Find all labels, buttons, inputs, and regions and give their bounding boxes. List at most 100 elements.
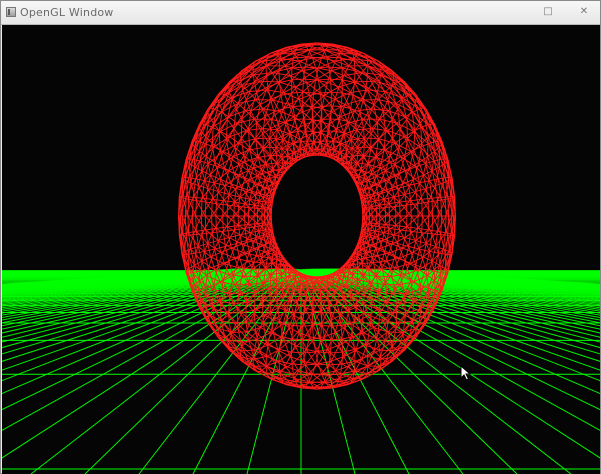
torus-edge bbox=[186, 272, 189, 274]
torus-edge bbox=[327, 82, 340, 88]
torus-edge bbox=[302, 105, 304, 119]
torus-edge bbox=[404, 157, 410, 169]
torus-edge bbox=[406, 203, 418, 217]
torus-edge bbox=[326, 145, 329, 153]
torus-edge bbox=[302, 338, 314, 341]
torus-edge bbox=[291, 67, 293, 80]
torus-edge bbox=[289, 345, 296, 357]
torus-edge bbox=[350, 95, 354, 109]
torus-edge bbox=[291, 78, 304, 81]
torus-edge bbox=[291, 152, 294, 160]
torus-edge bbox=[255, 122, 257, 141]
mouse-cursor-icon bbox=[460, 365, 472, 381]
torus-edge bbox=[227, 226, 230, 238]
torus-edge bbox=[248, 224, 251, 233]
torus-edge bbox=[244, 204, 255, 217]
torus-edge bbox=[236, 308, 239, 329]
torus-edge bbox=[393, 225, 396, 235]
torus-edge bbox=[198, 141, 206, 145]
torus-edge bbox=[417, 201, 429, 205]
torus-edge bbox=[282, 166, 288, 169]
torus-edge bbox=[205, 136, 207, 157]
torus-edge bbox=[216, 203, 228, 217]
torus-edge bbox=[257, 223, 266, 231]
torus-edge bbox=[377, 91, 386, 100]
torus-edge bbox=[447, 215, 450, 236]
torus-edge bbox=[341, 352, 343, 365]
torus-edge bbox=[187, 199, 190, 217]
torus-edge bbox=[410, 215, 423, 233]
title-bar[interactable]: OpenGL Window □ ✕ bbox=[1, 1, 600, 25]
torus-edge bbox=[385, 260, 396, 269]
torus-edge bbox=[249, 139, 257, 148]
torus-edge bbox=[419, 107, 424, 110]
torus-edge bbox=[264, 208, 270, 217]
torus-edge bbox=[214, 150, 221, 163]
torus-edge bbox=[379, 204, 390, 217]
wireframe-torus bbox=[178, 42, 456, 390]
torus-edge bbox=[267, 235, 272, 238]
torus-edge bbox=[321, 108, 332, 113]
torus-edge bbox=[215, 203, 217, 217]
torus-edge bbox=[379, 349, 394, 352]
torus-edge bbox=[257, 251, 266, 257]
torus-edge bbox=[261, 206, 263, 217]
torus-edge bbox=[263, 234, 267, 245]
torus-edge bbox=[431, 215, 434, 234]
torus-edge bbox=[354, 349, 368, 357]
torus-edge bbox=[354, 110, 364, 120]
torus-edge bbox=[440, 234, 448, 236]
opengl-viewport[interactable] bbox=[2, 25, 600, 474]
torus-edge bbox=[227, 204, 239, 217]
torus-edge bbox=[196, 229, 206, 232]
torus-edge bbox=[262, 133, 264, 150]
torus-edge bbox=[326, 290, 334, 292]
torus-edge bbox=[257, 149, 264, 157]
close-button[interactable]: ✕ bbox=[576, 5, 592, 19]
torus-edge bbox=[215, 191, 219, 204]
torus-edge bbox=[253, 215, 255, 227]
torus-edge bbox=[313, 43, 333, 45]
torus-edge bbox=[409, 168, 414, 180]
torus-edge bbox=[224, 246, 230, 262]
torus-edge bbox=[435, 185, 439, 201]
torus-edge bbox=[205, 188, 209, 203]
torus-edge bbox=[253, 312, 264, 324]
torus-edge bbox=[291, 66, 306, 69]
torus-edge bbox=[365, 255, 377, 259]
torus-edge bbox=[248, 129, 250, 148]
torus-edge bbox=[371, 206, 373, 217]
torus-edge bbox=[280, 95, 284, 109]
window-app-icon[interactable] bbox=[6, 7, 16, 17]
torus-edge bbox=[351, 169, 355, 175]
torus-edge bbox=[220, 168, 225, 180]
torus-edge bbox=[383, 224, 386, 233]
torus-edge bbox=[291, 351, 304, 354]
torus-edge bbox=[257, 208, 265, 217]
torus-edge bbox=[248, 255, 258, 262]
torus-edge bbox=[399, 202, 401, 217]
torus-edge bbox=[205, 201, 217, 205]
torus-edge bbox=[216, 203, 228, 206]
maximize-button[interactable]: □ bbox=[540, 5, 556, 19]
torus-edge bbox=[257, 222, 265, 224]
torus-edge bbox=[291, 92, 294, 107]
torus-edge bbox=[371, 215, 373, 226]
torus-edge bbox=[248, 207, 258, 217]
torus-edge bbox=[257, 208, 265, 210]
torus-edge bbox=[239, 232, 250, 236]
torus-edge bbox=[427, 136, 429, 157]
torus-edge bbox=[222, 215, 235, 232]
torus-edge bbox=[222, 201, 235, 217]
torus-edge bbox=[311, 119, 314, 132]
torus-edge bbox=[267, 194, 272, 197]
torus-edge bbox=[445, 232, 452, 235]
torus-edge bbox=[385, 206, 396, 217]
torus-edge bbox=[376, 255, 386, 262]
render-scene bbox=[2, 42, 600, 474]
torus-edge bbox=[388, 215, 390, 229]
torus-edge bbox=[394, 142, 412, 152]
torus-edge bbox=[406, 312, 413, 322]
torus-edge bbox=[233, 215, 235, 230]
torus-edge bbox=[320, 300, 323, 313]
